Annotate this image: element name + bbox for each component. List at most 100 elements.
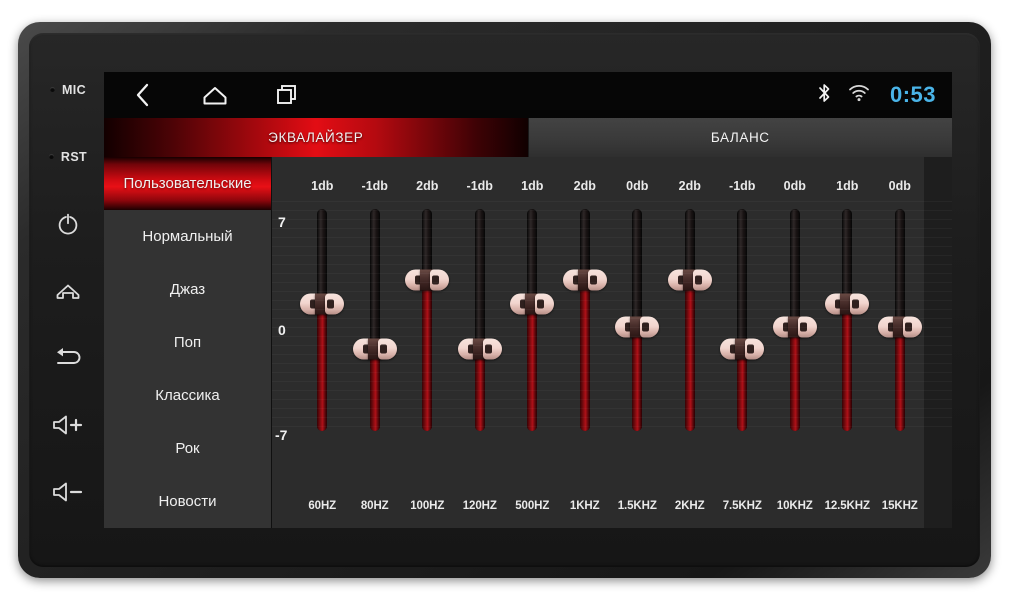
equalizer-panel: 7 0 -7 1db 60HZ -1db 80HZ 2db 100HZ -1db 120HZ 1…	[272, 157, 952, 528]
preset-item-pop[interactable]: Поп	[104, 316, 271, 369]
eq-band-db-label: 0db	[626, 179, 649, 193]
eq-band-slider[interactable]	[737, 209, 748, 431]
eq-band-slider[interactable]	[317, 209, 328, 431]
thumb-right-half	[745, 338, 765, 360]
preset-item-normal[interactable]: Нормальный	[104, 210, 271, 263]
eq-band: 0db 15KHZ	[874, 157, 927, 528]
thumb-right-half	[535, 293, 555, 315]
preset-item-news[interactable]: Новости	[104, 475, 271, 528]
thumb-right-half	[902, 316, 922, 338]
eq-band-slider-thumb[interactable]	[352, 338, 397, 360]
scale-label-max: 7	[278, 214, 286, 230]
home-button[interactable]	[32, 257, 104, 324]
eq-band: 1db 12.5KHZ	[821, 157, 874, 528]
eq-band-slider[interactable]	[579, 209, 590, 431]
eq-band-slider-thumb[interactable]	[562, 269, 607, 291]
preset-item-classic[interactable]: Классика	[104, 369, 271, 422]
tab-balance[interactable]: БАЛАНС	[527, 118, 952, 157]
eq-band-frequency-label: 80HZ	[360, 500, 389, 512]
reset-pinhole-icon	[48, 154, 54, 159]
eq-band-slider-fill	[579, 280, 590, 431]
preset-label: Нормальный	[142, 228, 233, 245]
volume-up-icon	[51, 414, 85, 436]
eq-band-slider[interactable]	[422, 209, 433, 431]
head-unit-device: MIC RST 0:53 ЭКВАЛАЙЗЕР БАЛАНС Пользоват…	[18, 22, 991, 578]
scale-label-min: -7	[275, 427, 288, 443]
preset-item-custom[interactable]: Пользовательские	[104, 157, 271, 210]
thumb-right-half	[587, 269, 607, 291]
preset-item-jazz[interactable]: Джаз	[104, 263, 271, 316]
volume-down-button[interactable]	[32, 458, 104, 525]
eq-band-slider[interactable]	[527, 209, 538, 431]
preset-label: Джаз	[169, 281, 206, 298]
eq-band-slider-thumb[interactable]	[720, 338, 765, 360]
volume-up-button[interactable]	[32, 391, 104, 458]
tab-equalizer[interactable]: ЭКВАЛАЙЗЕР	[104, 118, 528, 157]
eq-band-frequency-label: 120HZ	[462, 500, 497, 512]
eq-band-slider-thumb[interactable]	[457, 338, 502, 360]
reset-label: RST	[60, 149, 88, 164]
eq-band-slider-fill	[422, 280, 433, 431]
eq-band-slider-thumb[interactable]	[300, 293, 345, 315]
eq-band-slider-thumb[interactable]	[510, 293, 555, 315]
eq-band: -1db 80HZ	[349, 157, 402, 528]
eq-band-slider-fill	[474, 348, 485, 431]
preset-label: Классика	[155, 387, 220, 404]
preset-list: Пользовательские Нормальный Джаз Поп Кла…	[104, 157, 272, 528]
scale-label-mid: 0	[278, 322, 286, 338]
power-button[interactable]	[32, 190, 104, 257]
eq-band-db-label: 0db	[888, 179, 911, 193]
system-icons: 0:53	[817, 72, 936, 118]
eq-band-slider-thumb[interactable]	[877, 316, 922, 338]
eq-band-slider-fill	[894, 326, 905, 431]
eq-band-slider-thumb[interactable]	[615, 316, 660, 338]
eq-band-slider-fill	[737, 348, 748, 431]
eq-band-frequency-label: 12.5KHZ	[824, 500, 870, 512]
eq-band-slider-fill	[842, 304, 853, 431]
eq-band: -1db 7.5KHZ	[716, 157, 769, 528]
navigation-bar	[104, 80, 302, 110]
preset-label: Новости	[158, 493, 217, 510]
equalizer-screen: Пользовательские Нормальный Джаз Поп Кла…	[104, 157, 952, 528]
eq-band-db-label: 1db	[836, 179, 859, 193]
thumb-right-half	[482, 338, 502, 360]
eq-band-slider-fill	[789, 326, 800, 431]
power-icon	[55, 211, 81, 237]
bluetooth-icon	[817, 82, 832, 109]
home-icon	[54, 279, 82, 303]
eq-band-db-label: 2db	[573, 179, 596, 193]
eq-band: -1db 120HZ	[454, 157, 507, 528]
nav-recents-button[interactable]	[272, 80, 302, 110]
preset-label: Пользовательские	[123, 175, 252, 192]
equalizer-bands: 1db 60HZ -1db 80HZ 2db 100HZ -1db 120HZ 1db 500HZ…	[296, 157, 926, 528]
back-button[interactable]	[32, 324, 104, 391]
nav-back-button[interactable]	[128, 80, 158, 110]
eq-band-db-label: -1db	[361, 179, 388, 193]
eq-band-slider-thumb[interactable]	[667, 269, 712, 291]
eq-band-slider[interactable]	[842, 209, 853, 431]
eq-band-slider-thumb[interactable]	[772, 316, 817, 338]
eq-band-db-label: 1db	[311, 179, 334, 193]
nav-home-button[interactable]	[200, 80, 230, 110]
tab-bar: ЭКВАЛАЙЗЕР БАЛАНС	[104, 118, 952, 157]
eq-band-db-label: -1db	[466, 179, 493, 193]
thumb-right-half	[377, 338, 397, 360]
eq-band-slider[interactable]	[369, 209, 380, 431]
back-arrow-icon	[53, 346, 83, 370]
eq-band-slider-thumb[interactable]	[405, 269, 450, 291]
eq-band-slider-thumb[interactable]	[825, 293, 870, 315]
eq-band-slider-fill	[527, 304, 538, 431]
preset-item-rock[interactable]: Рок	[104, 422, 271, 475]
tab-balance-label: БАЛАНС	[710, 130, 770, 145]
eq-band-slider-fill	[317, 304, 328, 431]
eq-band: 0db 10KHZ	[769, 157, 822, 528]
reset-button[interactable]: RST	[32, 123, 104, 190]
eq-band: 2db 100HZ	[401, 157, 454, 528]
eq-band-slider-fill	[684, 280, 695, 431]
home-outline-icon	[203, 87, 227, 105]
chevron-left-icon	[136, 83, 149, 107]
eq-band-slider[interactable]	[684, 209, 695, 431]
thumb-right-half	[797, 316, 817, 338]
eq-band-slider-fill	[632, 326, 643, 431]
eq-band-slider[interactable]	[474, 209, 485, 431]
